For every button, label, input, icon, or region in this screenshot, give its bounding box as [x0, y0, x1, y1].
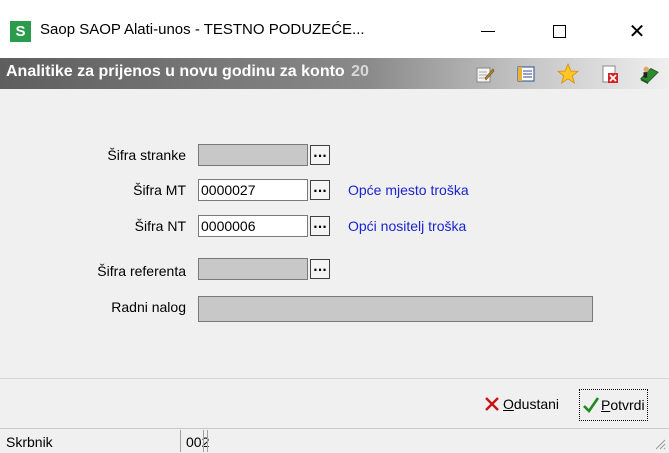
maximize-icon: [552, 24, 566, 38]
minimize-button[interactable]: [468, 14, 508, 48]
sifra-nt-field[interactable]: 0000006: [198, 215, 308, 237]
close-button[interactable]: ✕: [617, 14, 657, 48]
sifra-mt-description: Opće mjesto troška: [348, 182, 469, 198]
window-title: Saop SAOP Alati-unos - TESTNO PODUZEĆE..…: [40, 21, 365, 38]
form-header: Analitike za prijenos u novu godinu za k…: [0, 58, 669, 89]
edit-icon[interactable]: [474, 63, 496, 85]
close-icon: ✕: [628, 19, 646, 43]
app-icon: S: [10, 21, 31, 42]
sifra-nt-browse-button[interactable]: ...: [310, 216, 330, 236]
form-title: Analitike za prijenos u novu godinu za k…: [6, 63, 369, 81]
form-title-text: Analitike za prijenos u novu godinu za k…: [6, 63, 345, 80]
list-icon[interactable]: [515, 63, 537, 85]
minimize-icon: [481, 30, 495, 32]
status-divider: [207, 430, 208, 452]
radni-nalog-field[interactable]: [198, 296, 593, 322]
resize-grip-icon[interactable]: [652, 436, 666, 450]
cancel-label: dustani: [513, 396, 560, 412]
form-title-overflow: 20: [351, 63, 369, 80]
cancel-icon: [485, 397, 499, 411]
sifra-stranke-browse-button[interactable]: ...: [310, 145, 330, 165]
delete-icon[interactable]: [599, 63, 621, 85]
title-bar: S Saop SAOP Alati-unos - TESTNO PODUZEĆE…: [0, 0, 669, 58]
confirm-button[interactable]: Potvrdi: [579, 389, 648, 421]
sifra-nt-description: Opći nositelj troška: [348, 218, 467, 234]
sifra-mt-field[interactable]: 0000027: [198, 179, 308, 201]
sifra-referenta-field[interactable]: [198, 258, 308, 280]
status-bar: [0, 428, 669, 453]
status-code: 002: [186, 434, 210, 450]
check-icon: [583, 397, 600, 414]
label-sifra-mt: Šifra MT: [133, 182, 186, 198]
status-divider: [203, 430, 204, 452]
button-bar: [0, 378, 669, 426]
sifra-stranke-field[interactable]: [198, 144, 308, 166]
confirm-label: otvrdi: [610, 397, 645, 413]
sifra-mt-browse-button[interactable]: ...: [310, 180, 330, 200]
cancel-button[interactable]: Odustani: [483, 388, 559, 420]
star-icon[interactable]: [557, 63, 579, 85]
sifra-referenta-browse-button[interactable]: ...: [310, 259, 330, 279]
exit-icon[interactable]: [638, 63, 660, 85]
cancel-accel: O: [503, 396, 514, 412]
label-radni-nalog: Radni nalog: [111, 299, 186, 315]
confirm-accel: P: [601, 397, 611, 413]
status-user: Skrbnik: [6, 434, 53, 450]
status-divider: [180, 430, 181, 452]
label-sifra-nt: Šifra NT: [134, 218, 186, 234]
label-sifra-referenta: Šifra referenta: [97, 263, 186, 279]
maximize-button[interactable]: [539, 14, 579, 48]
label-sifra-stranke: Šifra stranke: [107, 147, 186, 163]
